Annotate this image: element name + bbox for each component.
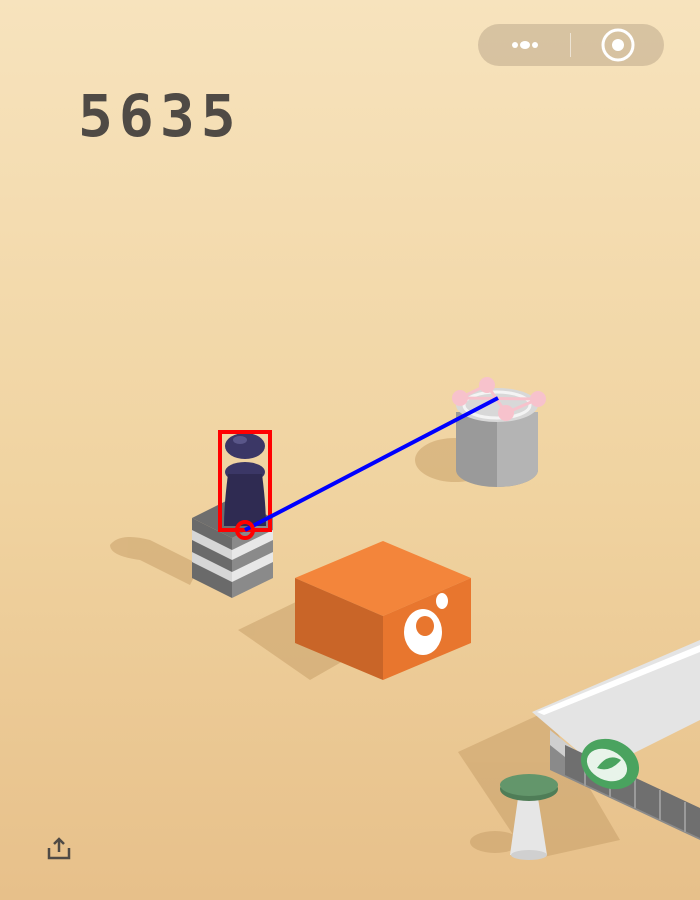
share-button[interactable] — [44, 834, 74, 864]
player-piece — [224, 433, 266, 526]
share-upload-icon — [47, 837, 71, 860]
game-scene[interactable] — [0, 0, 700, 900]
